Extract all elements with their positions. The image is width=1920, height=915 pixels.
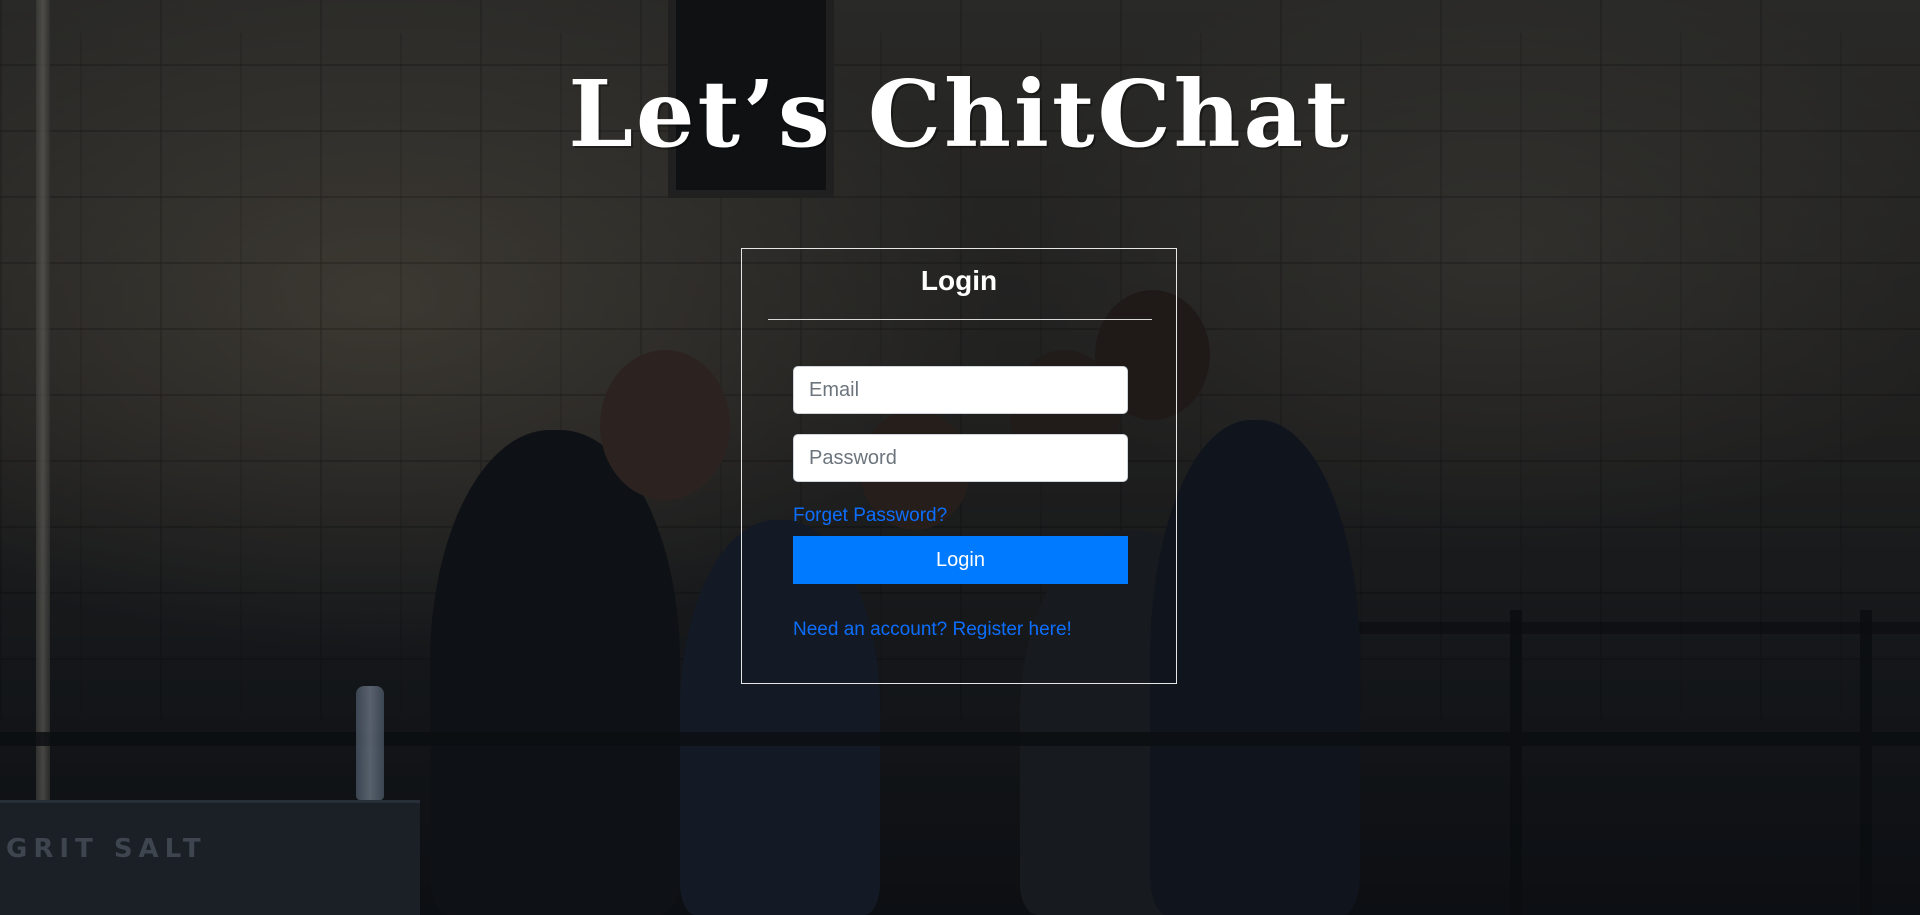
email-input[interactable] bbox=[793, 366, 1128, 414]
login-heading: Login bbox=[920, 265, 998, 296]
forgot-password-link[interactable]: Forget Password? bbox=[793, 505, 947, 527]
heading-divider bbox=[768, 319, 1152, 320]
app-brand-title: Let’s ChitChat bbox=[568, 60, 1352, 168]
password-input[interactable] bbox=[793, 434, 1128, 482]
register-link[interactable]: Need an account? Register here! bbox=[793, 619, 1072, 641]
login-card: Login Forget Password? Login Need an acc… bbox=[741, 248, 1177, 684]
login-button[interactable]: Login bbox=[793, 536, 1128, 584]
